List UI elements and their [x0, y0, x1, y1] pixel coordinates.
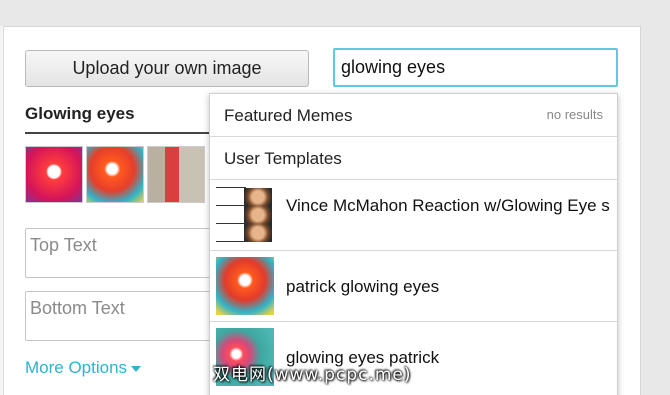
result-label: Vince McMahon Reaction w/Glowing Eye s: [286, 196, 610, 215]
title-divider: [25, 132, 215, 134]
face-image: [244, 206, 272, 224]
template-thumbnail[interactable]: [86, 146, 144, 203]
template-search-input[interactable]: [333, 48, 618, 87]
template-thumbnail[interactable]: [147, 146, 205, 203]
user-templates-label: User Templates: [224, 149, 342, 168]
bottom-text-field[interactable]: Bottom Text: [25, 291, 215, 341]
upload-image-button[interactable]: Upload your own image: [25, 50, 309, 87]
more-options-label: More Options: [25, 358, 128, 377]
face-image: [244, 224, 272, 242]
caret-down-icon: [131, 365, 142, 372]
result-thumbnail: [216, 186, 274, 244]
watermark-text: 双电网(www.pcpc.me): [213, 365, 412, 385]
meme-title: Glowing eyes: [25, 104, 135, 123]
result-thumbnail: [216, 257, 274, 315]
no-results-status: no results: [546, 107, 603, 122]
divider-line: [216, 223, 246, 224]
left-edge-strip: [0, 26, 4, 395]
user-templates-header: User Templates: [210, 137, 617, 180]
template-thumbnail[interactable]: [25, 146, 83, 203]
face-image: [244, 188, 272, 206]
divider-line: [216, 241, 246, 242]
result-item[interactable]: Vince McMahon Reaction w/Glowing Eye s: [210, 180, 617, 251]
featured-memes-header: Featured Memes no results: [210, 94, 617, 137]
result-item[interactable]: patrick glowing eyes: [210, 251, 617, 322]
result-label: patrick glowing eyes: [286, 277, 440, 296]
more-options-link[interactable]: More Options: [25, 358, 142, 378]
featured-memes-label: Featured Memes: [224, 106, 353, 125]
search-results-dropdown: Featured Memes no results User Templates…: [209, 93, 618, 395]
top-text-field[interactable]: Top Text: [25, 228, 215, 278]
divider-line: [216, 187, 246, 188]
divider-line: [216, 205, 246, 206]
